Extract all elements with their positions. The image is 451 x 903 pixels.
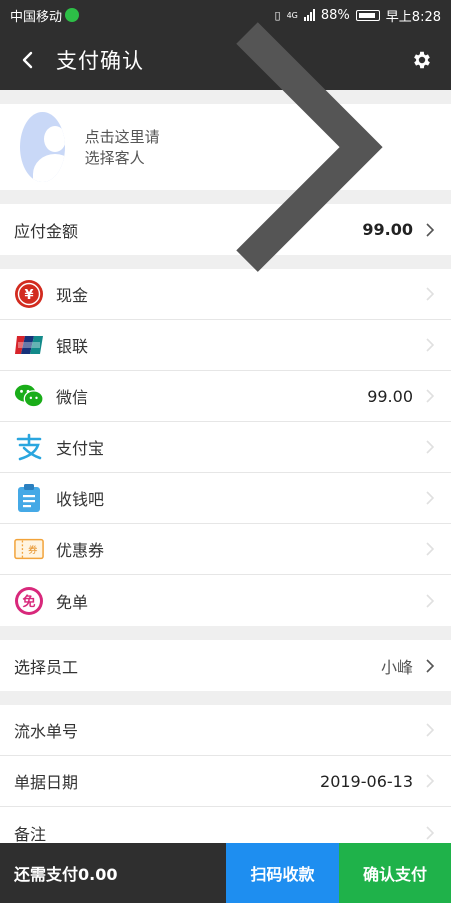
confirm-payment-button[interactable]: 确认支付 [339,843,451,903]
chevron-right-icon [426,542,435,556]
content: 点击这里请选择客人 应付金额 99.00 ¥ 现金 银联 微信 99.00 支付… [0,22,451,858]
payment-row-alipay[interactable]: 支付宝 [0,422,451,473]
amount-due-label: 应付金额 [14,221,79,241]
chevron-left-icon [22,51,33,69]
chevron-right-icon [426,440,435,454]
payment-methods-list: ¥ 现金 银联 微信 99.00 支付宝 收钱吧 券 优惠券 免 免单 [0,269,451,626]
free-icon: 免 [14,586,44,616]
page-title: 支付确认 [56,49,144,73]
chevron-right-icon [426,338,435,352]
chevron-right-icon [426,825,435,840]
payment-row-coupon[interactable]: 券 优惠券 [0,524,451,575]
chevron-right-icon [426,287,435,301]
staff-value: 小峰 [380,657,413,677]
detail-label: 备注 [14,824,47,844]
detail-label: 流水单号 [14,722,79,741]
payment-row-unionpay[interactable]: 银联 [0,320,451,371]
cash-yuan-icon: ¥ [14,279,44,309]
payment-row-wechat[interactable]: 微信 99.00 [0,371,451,422]
svg-text:券: 券 [28,544,38,556]
staff-label: 选择员工 [14,657,79,677]
select-staff-row[interactable]: 选择员工 小峰 [0,640,451,691]
svg-text:免: 免 [22,594,35,610]
avatar [20,112,65,182]
alipay-icon [14,432,44,462]
detail-value: 2019-06-13 [320,771,413,791]
wechat-notification-icon [65,8,80,22]
chevron-right-icon [426,658,435,673]
payment-label: 支付宝 [56,439,105,458]
carrier-label: 中国移动 [10,9,63,25]
back-button[interactable] [0,30,56,90]
payment-row-shouqianba[interactable]: 收钱吧 [0,473,451,524]
payment-row-free[interactable]: 免 免单 [0,575,451,626]
payment-value: 99.00 [367,386,413,406]
select-customer-row[interactable]: 点击这里请选择客人 [0,22,451,272]
chevron-right-icon [426,491,435,505]
document-date-row[interactable]: 单据日期 2019-06-13 [0,756,451,807]
wechat-icon [14,381,44,411]
amount-due-value: 99.00 [362,220,413,239]
payment-label: 银联 [56,337,89,356]
chevron-right-icon [236,22,383,272]
scan-collect-button[interactable]: 扫码收款 [226,843,339,903]
bottom-action-bar: 还需支付0.00 扫码收款 确认支付 [0,843,451,903]
chevron-right-icon [426,222,435,237]
payment-label: 优惠券 [56,541,105,560]
payment-label: 免单 [56,592,89,612]
payment-label: 现金 [56,286,89,305]
coupon-icon: 券 [14,534,44,564]
chevron-right-icon [426,389,435,403]
customer-prompt: 点击这里请选择客人 [84,128,160,167]
remaining-amount: 还需支付0.00 [0,843,226,903]
chevron-right-icon [426,774,435,788]
chevron-right-icon [426,723,435,737]
payment-label: 微信 [56,388,89,407]
detail-label: 单据日期 [14,773,79,792]
order-details-list: 流水单号 单据日期 2019-06-13 备注 [0,705,451,858]
clipboard-icon [14,483,44,513]
unionpay-icon [14,330,44,360]
serial-number-row[interactable]: 流水单号 [0,705,451,756]
payment-label: 收钱吧 [56,490,105,509]
svg-text:¥: ¥ [24,288,33,303]
chevron-right-icon [426,593,435,608]
